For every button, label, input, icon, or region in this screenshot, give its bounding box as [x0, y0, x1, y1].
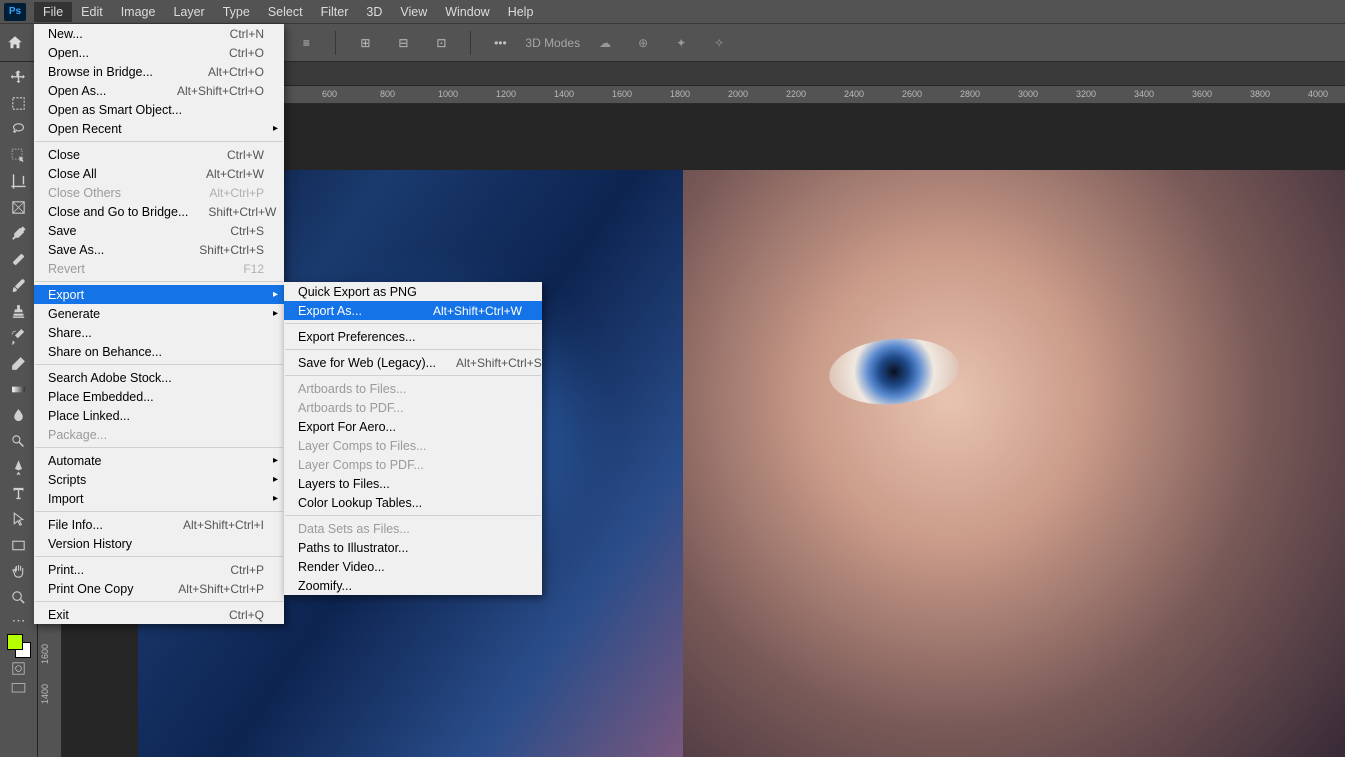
3d-icon[interactable]: ⊕ — [630, 30, 656, 56]
file-menu-close-and-go-to-bridge[interactable]: Close and Go to Bridge...Shift+Ctrl+W — [34, 202, 284, 221]
pen-tool[interactable] — [4, 454, 34, 480]
file-menu-open-recent[interactable]: Open Recent — [34, 119, 284, 138]
menu-select[interactable]: Select — [259, 2, 312, 22]
export-menu-save-for-web-legacy[interactable]: Save for Web (Legacy)...Alt+Shift+Ctrl+S — [284, 353, 542, 372]
file-menu-save-as[interactable]: Save As...Shift+Ctrl+S — [34, 240, 284, 259]
menu-layer[interactable]: Layer — [164, 2, 213, 22]
file-menu-file-info[interactable]: File Info...Alt+Shift+Ctrl+I — [34, 515, 284, 534]
distribute-icon[interactable]: ⊡ — [428, 30, 454, 56]
crop-tool[interactable] — [4, 168, 34, 194]
file-menu-close[interactable]: CloseCtrl+W — [34, 145, 284, 164]
export-menu-layer-comps-to-pdf: Layer Comps to PDF... — [284, 455, 542, 474]
menu-type[interactable]: Type — [214, 2, 259, 22]
menu-3d[interactable]: 3D — [357, 2, 391, 22]
dodge-tool[interactable] — [4, 428, 34, 454]
file-menu-automate[interactable]: Automate — [34, 451, 284, 470]
app-logo: Ps — [4, 3, 26, 21]
export-menu-artboards-to-pdf: Artboards to PDF... — [284, 398, 542, 417]
file-menu-version-history[interactable]: Version History — [34, 534, 284, 553]
zoom-tool[interactable] — [4, 584, 34, 610]
export-menu-data-sets-as-files: Data Sets as Files... — [284, 519, 542, 538]
toolbar: ⋯ — [0, 62, 38, 757]
file-menu-exit[interactable]: ExitCtrl+Q — [34, 605, 284, 624]
hand-tool[interactable] — [4, 558, 34, 584]
align-right-icon[interactable]: ≡ — [293, 30, 319, 56]
export-menu-layer-comps-to-files: Layer Comps to Files... — [284, 436, 542, 455]
file-menu-search-adobe-stock[interactable]: Search Adobe Stock... — [34, 368, 284, 387]
file-menu-share[interactable]: Share... — [34, 323, 284, 342]
file-menu-revert: RevertF12 — [34, 259, 284, 278]
export-menu-export-as[interactable]: Export As...Alt+Shift+Ctrl+W — [284, 301, 542, 320]
file-menu-dropdown: New...Ctrl+NOpen...Ctrl+OBrowse in Bridg… — [34, 24, 284, 624]
home-icon[interactable] — [6, 34, 24, 52]
export-submenu-dropdown: Quick Export as PNGExport As...Alt+Shift… — [284, 282, 542, 595]
quick-mask-icon[interactable] — [4, 658, 34, 678]
3d-modes-label[interactable]: 3D Modes — [525, 36, 580, 50]
screen-mode-icon[interactable] — [4, 678, 34, 698]
file-menu-place-linked[interactable]: Place Linked... — [34, 406, 284, 425]
menu-view[interactable]: View — [391, 2, 436, 22]
menu-help[interactable]: Help — [499, 2, 543, 22]
file-menu-browse-in-bridge[interactable]: Browse in Bridge...Alt+Ctrl+O — [34, 62, 284, 81]
healing-tool[interactable] — [4, 246, 34, 272]
file-menu-open[interactable]: Open...Ctrl+O — [34, 43, 284, 62]
file-menu-new[interactable]: New...Ctrl+N — [34, 24, 284, 43]
3d-icon[interactable]: ✧ — [706, 30, 732, 56]
file-menu-close-all[interactable]: Close AllAlt+Ctrl+W — [34, 164, 284, 183]
color-swatch[interactable] — [7, 634, 31, 658]
object-select-tool[interactable] — [4, 142, 34, 168]
eyedropper-tool[interactable] — [4, 220, 34, 246]
type-tool[interactable] — [4, 480, 34, 506]
lasso-tool[interactable] — [4, 116, 34, 142]
export-menu-color-lookup-tables[interactable]: Color Lookup Tables... — [284, 493, 542, 512]
file-menu-export[interactable]: Export — [34, 285, 284, 304]
menu-image[interactable]: Image — [112, 2, 165, 22]
export-menu-layers-to-files[interactable]: Layers to Files... — [284, 474, 542, 493]
separator — [470, 31, 471, 55]
export-menu-render-video[interactable]: Render Video... — [284, 557, 542, 576]
file-menu-generate[interactable]: Generate — [34, 304, 284, 323]
file-menu-open-as[interactable]: Open As...Alt+Shift+Ctrl+O — [34, 81, 284, 100]
distribute-icon[interactable]: ⊟ — [390, 30, 416, 56]
export-menu-export-preferences[interactable]: Export Preferences... — [284, 327, 542, 346]
export-menu-quick-export-as-png[interactable]: Quick Export as PNG — [284, 282, 542, 301]
menu-edit[interactable]: Edit — [72, 2, 112, 22]
move-tool[interactable] — [4, 64, 34, 90]
stamp-tool[interactable] — [4, 298, 34, 324]
file-menu-save[interactable]: SaveCtrl+S — [34, 221, 284, 240]
edit-toolbar-icon[interactable]: ⋯ — [4, 610, 34, 630]
file-menu-package: Package... — [34, 425, 284, 444]
file-menu-scripts[interactable]: Scripts — [34, 470, 284, 489]
export-menu-paths-to-illustrator[interactable]: Paths to Illustrator... — [284, 538, 542, 557]
file-menu-import[interactable]: Import — [34, 489, 284, 508]
file-menu-place-embedded[interactable]: Place Embedded... — [34, 387, 284, 406]
export-menu-artboards-to-files: Artboards to Files... — [284, 379, 542, 398]
file-menu-close-others: Close OthersAlt+Ctrl+P — [34, 183, 284, 202]
frame-tool[interactable] — [4, 194, 34, 220]
3d-icon[interactable]: ☁ — [592, 30, 618, 56]
distribute-icon[interactable]: ⊞ — [352, 30, 378, 56]
menu-filter[interactable]: Filter — [312, 2, 358, 22]
blur-tool[interactable] — [4, 402, 34, 428]
more-icon[interactable]: ••• — [487, 30, 513, 56]
path-select-tool[interactable] — [4, 506, 34, 532]
file-menu-print[interactable]: Print...Ctrl+P — [34, 560, 284, 579]
file-menu-print-one-copy[interactable]: Print One CopyAlt+Shift+Ctrl+P — [34, 579, 284, 598]
menu-file[interactable]: File — [34, 2, 72, 22]
history-brush-tool[interactable] — [4, 324, 34, 350]
export-menu-zoomify[interactable]: Zoomify... — [284, 576, 542, 595]
menubar: Ps FileEditImageLayerTypeSelectFilter3DV… — [0, 0, 1345, 24]
file-menu-open-as-smart-object[interactable]: Open as Smart Object... — [34, 100, 284, 119]
menu-window[interactable]: Window — [436, 2, 498, 22]
gradient-tool[interactable] — [4, 376, 34, 402]
brush-tool[interactable] — [4, 272, 34, 298]
file-menu-share-on-behance[interactable]: Share on Behance... — [34, 342, 284, 361]
3d-icon[interactable]: ✦ — [668, 30, 694, 56]
export-menu-export-for-aero[interactable]: Export For Aero... — [284, 417, 542, 436]
eraser-tool[interactable] — [4, 350, 34, 376]
rectangle-tool[interactable] — [4, 532, 34, 558]
marquee-tool[interactable] — [4, 90, 34, 116]
separator — [335, 31, 336, 55]
